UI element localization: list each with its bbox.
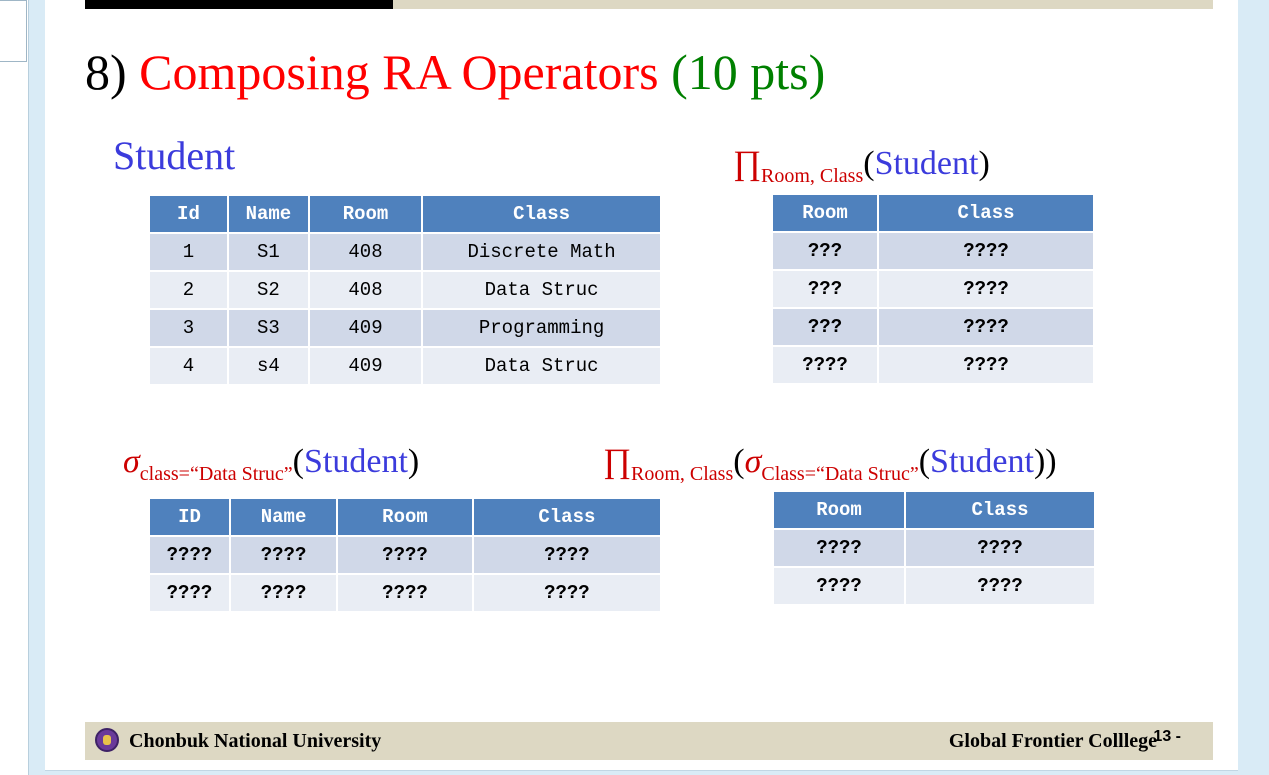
table-row: 3 S3 409 Programming: [150, 310, 660, 346]
cell: S1: [228, 234, 308, 270]
projection-subscript: Room, Class: [761, 165, 864, 187]
table-header-row: ID Name Room Class: [150, 499, 660, 535]
table-row: ???? ???? ???? ????: [150, 575, 660, 611]
cell: 1: [150, 234, 227, 270]
header-cell: ID: [150, 499, 229, 535]
header-cell: Room: [774, 492, 904, 528]
cell: ????: [879, 271, 1093, 307]
cell: ????: [773, 347, 877, 383]
selection-subscript: class=“Data Struc”: [139, 463, 293, 485]
left-pane: [0, 0, 29, 775]
cell: Discrete Math: [423, 234, 660, 270]
cell: ????: [879, 347, 1093, 383]
composed-projection-subscript: Room, Class: [631, 463, 734, 485]
footer-university: Chonbuk National University: [129, 730, 382, 752]
page-number: 13 -: [1153, 728, 1181, 745]
header-cell: Name: [230, 499, 337, 535]
cell: ????: [230, 575, 337, 611]
cell: 4: [150, 348, 227, 384]
slide: 8) Composing RA Operators (10 pts) Stude…: [45, 0, 1238, 771]
title-number: 8): [85, 44, 127, 100]
selection-operator: σ: [123, 443, 140, 480]
cell: ????: [150, 537, 229, 573]
cell: ????: [230, 537, 337, 573]
composed-expression: ∏Room, Class(σClass=“Data Struc”(Student…: [603, 443, 1057, 485]
header-cell: Class: [423, 196, 660, 232]
table-row: ???? ????: [774, 568, 1094, 604]
table-row: ??? ????: [773, 271, 1093, 307]
table-header-row: Room Class: [774, 492, 1094, 528]
composed-projection-operator: ∏: [603, 443, 631, 480]
cell: ????: [906, 530, 1094, 566]
table-row: ??? ????: [773, 233, 1093, 269]
cell: ????: [906, 568, 1094, 604]
header-cell: Name: [228, 196, 308, 232]
cell: ???: [773, 233, 877, 269]
cell: 409: [309, 310, 422, 346]
cell: ????: [879, 233, 1093, 269]
table-header-row: Room Class: [773, 195, 1093, 231]
projection-argument: Student: [874, 145, 979, 182]
table-row: 1 S1 408 Discrete Math: [150, 234, 660, 270]
selection-argument: Student: [304, 443, 408, 480]
cell: ????: [338, 575, 472, 611]
header-cell: Room: [338, 499, 472, 535]
composed-selection-subscript: Class=“Data Struc”: [761, 463, 919, 485]
table-header-row: Id Name Room Class: [150, 196, 660, 232]
cell: ????: [774, 530, 904, 566]
selection-table: ID Name Room Class ???? ???? ???? ???? ?…: [148, 497, 662, 613]
table-row: ???? ????: [774, 530, 1094, 566]
cell: s4: [228, 348, 308, 384]
cell: S3: [228, 310, 308, 346]
cell: Data Struc: [423, 272, 660, 308]
cell: ????: [338, 537, 472, 573]
title-points: (10 pts): [671, 44, 826, 100]
header-cell: Class: [879, 195, 1093, 231]
cell: ????: [879, 309, 1093, 345]
cell: ????: [473, 537, 660, 573]
slide-footer: Chonbuk National University Global Front…: [85, 722, 1213, 760]
table-row: ??? ????: [773, 309, 1093, 345]
cell: ???: [773, 271, 877, 307]
university-logo-icon: [95, 728, 119, 752]
table-row: ???? ???? ???? ????: [150, 537, 660, 573]
student-label: Student: [113, 133, 236, 178]
selection-expression: σclass=“Data Struc”(Student): [123, 443, 420, 485]
cell: ????: [150, 575, 229, 611]
title-bar-light: [393, 0, 1213, 9]
projection-table: Room Class ??? ???? ??? ???? ??? ???? ??…: [771, 193, 1095, 385]
slide-title: 8) Composing RA Operators (10 pts): [85, 42, 825, 102]
cell: 3: [150, 310, 227, 346]
title-bar-dark: [85, 0, 393, 9]
projection-expression: ∏Room, Class(Student): [733, 145, 990, 187]
panel-tab[interactable]: [0, 0, 27, 62]
composed-selection-operator: σ: [744, 443, 762, 480]
footer-college: Global Frontier Colllege: [948, 730, 1157, 752]
cell: Data Struc: [423, 348, 660, 384]
cell: 408: [309, 234, 422, 270]
cell: ????: [473, 575, 660, 611]
cell: 408: [309, 272, 422, 308]
table-row: 2 S2 408 Data Struc: [150, 272, 660, 308]
cell: 409: [309, 348, 422, 384]
title-main: Composing RA Operators: [139, 44, 659, 100]
header-cell: Class: [906, 492, 1094, 528]
composed-table: Room Class ???? ???? ???? ????: [772, 490, 1096, 606]
student-table: Id Name Room Class 1 S1 408 Discrete Mat…: [148, 194, 662, 386]
cell: ????: [774, 568, 904, 604]
cell: ???: [773, 309, 877, 345]
header-cell: Id: [150, 196, 227, 232]
table-row: ???? ????: [773, 347, 1093, 383]
cell: Programming: [423, 310, 660, 346]
projection-operator: ∏: [733, 145, 761, 182]
composed-argument: Student: [930, 443, 1034, 480]
cell: 2: [150, 272, 227, 308]
header-cell: Room: [773, 195, 877, 231]
cell: S2: [228, 272, 308, 308]
header-cell: Room: [309, 196, 422, 232]
header-cell: Class: [473, 499, 660, 535]
table-row: 4 s4 409 Data Struc: [150, 348, 660, 384]
